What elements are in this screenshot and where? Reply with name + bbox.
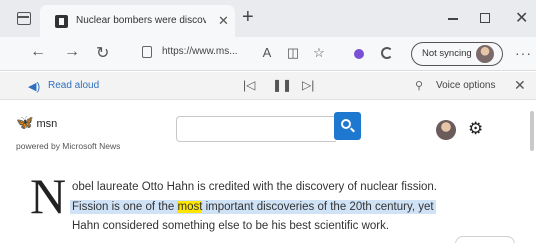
profile-avatar xyxy=(476,45,494,63)
new-tab-icon[interactable]: + xyxy=(242,6,254,29)
url-text: https://www.ms... xyxy=(162,46,238,57)
page-content: 🦋 msn powered by Microsoft News ⚙ N obel… xyxy=(0,101,536,243)
maximize-icon[interactable] xyxy=(480,13,490,23)
previous-icon[interactable]: |◁ xyxy=(243,78,255,92)
read-aloud-label: Read aloud xyxy=(48,80,100,91)
tab-title: Nuclear bombers were discover xyxy=(76,15,206,26)
floating-button[interactable] xyxy=(455,236,515,243)
tab-strip: Nuclear bombers were discover ✕ + ✕ xyxy=(0,0,536,37)
tab-close-icon[interactable]: ✕ xyxy=(218,13,229,29)
search-input[interactable] xyxy=(176,116,336,142)
sync-label: Not syncing xyxy=(422,48,472,59)
read-aloud-bar: ◀) Read aloud |◁ ❚❚ ▷| ⚲ Voice options ✕ xyxy=(0,72,536,100)
article-line-2: Fission is one of the most important dis… xyxy=(70,200,436,214)
avatar[interactable] xyxy=(436,120,456,140)
current-word-highlight: most xyxy=(177,201,203,213)
refresh-icon[interactable]: ↻ xyxy=(96,43,109,63)
scrollbar[interactable] xyxy=(530,111,534,151)
drop-cap: N xyxy=(30,168,67,224)
address-bar-row: ← → ↻ https://www.ms... A ◫ ☆ Not syncin… xyxy=(0,37,536,71)
copilot-icon[interactable] xyxy=(381,47,393,59)
gear-icon[interactable]: ⚙ xyxy=(468,119,483,139)
article-line-3: Hahn considered something else to be his… xyxy=(72,220,390,232)
favorites-icon[interactable]: ☆ xyxy=(312,46,326,60)
next-icon[interactable]: ▷| xyxy=(302,78,314,92)
extension-icon[interactable] xyxy=(354,49,364,59)
minimize-icon[interactable] xyxy=(448,18,458,20)
pause-icon[interactable]: ❚❚ xyxy=(272,78,292,92)
article-line-1: obel laureate Otto Hahn is credited with… xyxy=(72,181,437,193)
window-close-icon[interactable]: ✕ xyxy=(515,8,528,28)
lock-icon xyxy=(142,46,152,58)
back-icon[interactable]: ← xyxy=(30,43,46,61)
voice-options-label[interactable]: Voice options xyxy=(436,80,496,91)
line2-before: Fission is one of the xyxy=(72,201,178,213)
powered-by-text: powered by Microsoft News xyxy=(16,141,121,151)
msn-logo-text: msn xyxy=(36,118,58,130)
voice-options-icon[interactable]: ⚲ xyxy=(415,79,423,92)
msn-logo[interactable]: 🦋 msn xyxy=(16,114,57,131)
search-button[interactable] xyxy=(334,112,361,140)
browser-tab[interactable]: Nuclear bombers were discover ✕ xyxy=(40,5,235,37)
close-read-aloud-icon[interactable]: ✕ xyxy=(514,77,526,94)
tab-actions-icon[interactable] xyxy=(17,12,31,25)
line2-after: important discoveries of the 20th centur… xyxy=(202,201,434,213)
profile-sync-button[interactable]: Not syncing xyxy=(411,42,503,66)
split-screen-icon[interactable]: ◫ xyxy=(286,46,300,60)
read-aloud-toolbar-icon[interactable]: A xyxy=(260,46,274,60)
more-options-icon[interactable]: ··· xyxy=(515,45,532,61)
favicon-icon xyxy=(55,15,68,28)
browser-window: Nuclear bombers were discover ✕ + ✕ ← → … xyxy=(0,0,536,243)
read-aloud-icon: ◀) xyxy=(28,81,41,93)
forward-icon[interactable]: → xyxy=(64,43,80,61)
